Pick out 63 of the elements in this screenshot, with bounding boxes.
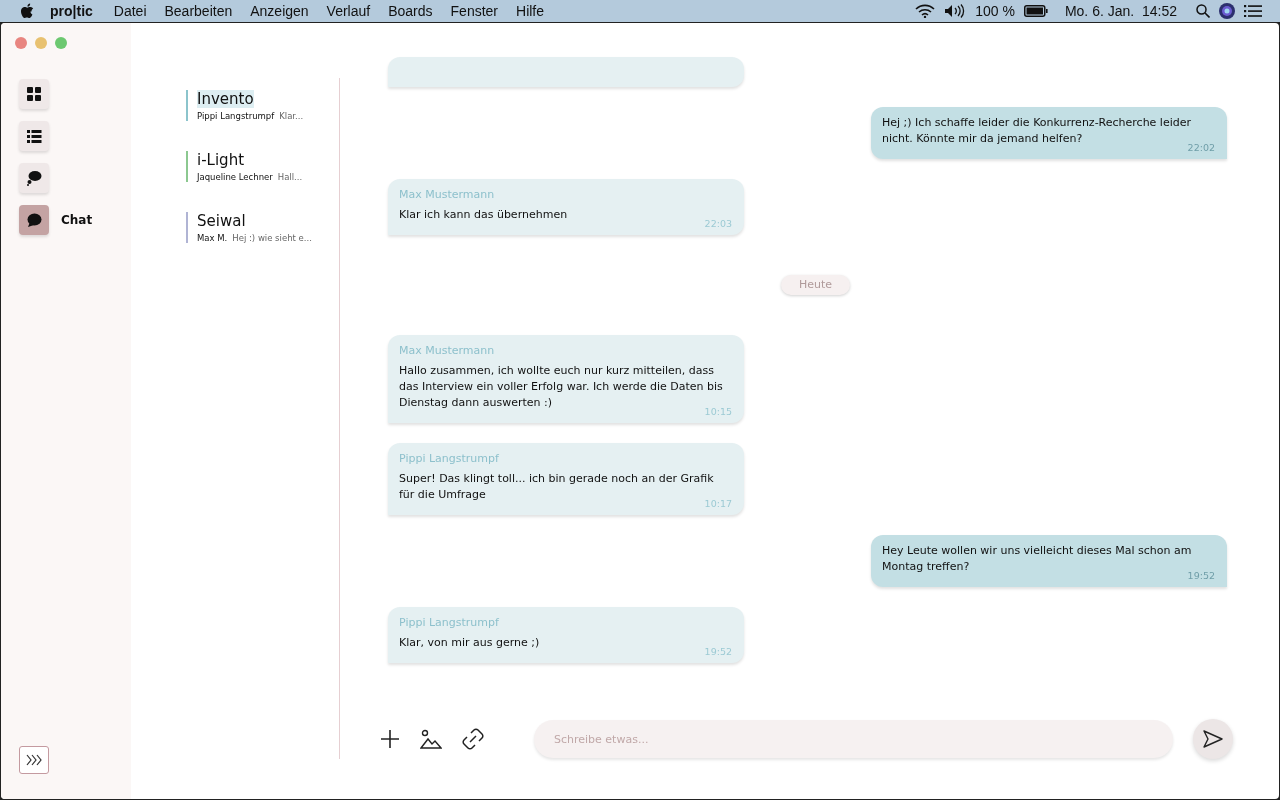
- orb-icon[interactable]: [1219, 3, 1235, 19]
- sidebar-nav-button[interactable]: [19, 121, 49, 151]
- conversation-item[interactable]: Seiwal Max M. Hej :) wie sieht e...: [186, 212, 339, 243]
- conversation-preview: Klar...: [279, 111, 304, 121]
- message-time: 19:52: [1186, 571, 1215, 581]
- link-icon[interactable]: [462, 728, 484, 750]
- message-time: 19:52: [703, 647, 732, 657]
- battery-percentage: 100 %: [975, 3, 1015, 19]
- app-menu[interactable]: pro|tic: [50, 3, 93, 19]
- menu-item[interactable]: Hilfe: [507, 3, 554, 19]
- message-time: 10:17: [703, 499, 732, 509]
- speaker-icon[interactable]: [944, 4, 967, 18]
- conversation-title: Invento: [197, 90, 254, 108]
- conversation-sender: Max M.: [197, 233, 228, 243]
- date-separator: Heute: [780, 275, 851, 295]
- sidebar-nav-button[interactable]: [19, 79, 49, 109]
- message-time: 22:03: [703, 219, 732, 229]
- conversation-item[interactable]: Invento Pippi Langstrumpf Klar...: [186, 90, 339, 121]
- menu-item[interactable]: Verlauf: [317, 3, 380, 19]
- battery-icon[interactable]: [1023, 5, 1048, 17]
- conversation-preview: Hall...: [277, 172, 303, 182]
- sidebar-label: Chat: [61, 213, 93, 227]
- grid-icon: [26, 86, 42, 102]
- speech-bubbles-icon: [26, 170, 42, 186]
- wifi-icon[interactable]: [915, 4, 936, 18]
- message-author: Pippi Langstrumpf: [399, 615, 500, 631]
- list-icon: [26, 128, 42, 144]
- list-icon[interactable]: [1244, 5, 1262, 17]
- message-text: Super! Das klingt toll... ich bin gerade noch an der Grafik für die Umfrage: [399, 471, 714, 501]
- image-icon[interactable]: [420, 729, 442, 749]
- conversation-title: Seiwal: [197, 212, 246, 230]
- send-button[interactable]: [1193, 719, 1233, 759]
- sidebar-nav-button[interactable]: [19, 205, 49, 235]
- message-author: Max Mustermann: [399, 187, 496, 203]
- message-time: 10:15: [703, 407, 732, 417]
- conversation-title: i-Light: [197, 151, 244, 169]
- conversation-sender: Pippi Langstrumpf: [197, 111, 275, 121]
- conversation-sender: Jaqueline Lechner: [197, 172, 273, 182]
- message-text: Klar ich kann das übernehmen: [399, 207, 569, 223]
- message-input-field[interactable]: Schreibe etwas...: [534, 720, 1173, 758]
- conversation-item[interactable]: i-Light Jaqueline Lechner Hall...: [186, 151, 339, 182]
- chevrons-right-icon: [26, 754, 42, 766]
- conversation-preview: Hej :) wie sieht e...: [232, 233, 312, 243]
- menu-item[interactable]: Boards: [379, 3, 442, 19]
- message-author: Max Mustermann: [399, 343, 496, 359]
- search-icon[interactable]: [1196, 4, 1210, 18]
- menu-item[interactable]: Datei: [104, 3, 156, 19]
- expand-sidebar-button[interactable]: [19, 746, 49, 774]
- message-text: Hej ;) Ich schaffe leider die Konkurrenz-Recherche leider nicht. Könnte mir da jemand helfen?: [882, 115, 1191, 145]
- message-text: Hey Leute wollen wir uns vielleicht dieses Mal schon am Montag treffen?: [882, 543, 1192, 573]
- add-icon[interactable]: [380, 729, 400, 749]
- message-text: Hallo zusammen, ich wollte euch nur kurz mitteilen, dass das Interview ein voller Erfolg war. Ich werde die Daten bis Dienstag dann auswerten :): [399, 363, 723, 409]
- menu-item[interactable]: Anzeigen: [241, 3, 318, 19]
- menu-item[interactable]: Bearbeiten: [155, 3, 242, 19]
- menu-item[interactable]: Fenster: [441, 3, 508, 19]
- message-text: Klar, von mir aus gerne ;): [399, 635, 541, 651]
- speech-bubble-icon: [26, 212, 42, 228]
- message-time: 22:02: [1186, 143, 1215, 153]
- apple-logo-icon[interactable]: [20, 3, 34, 19]
- menu-bar-clock[interactable]: Mo. 6. Jan. 14:52: [1064, 3, 1177, 19]
- send-icon: [1203, 730, 1223, 748]
- message-author: Pippi Langstrumpf: [399, 451, 500, 467]
- sidebar-nav-button[interactable]: [19, 163, 49, 193]
